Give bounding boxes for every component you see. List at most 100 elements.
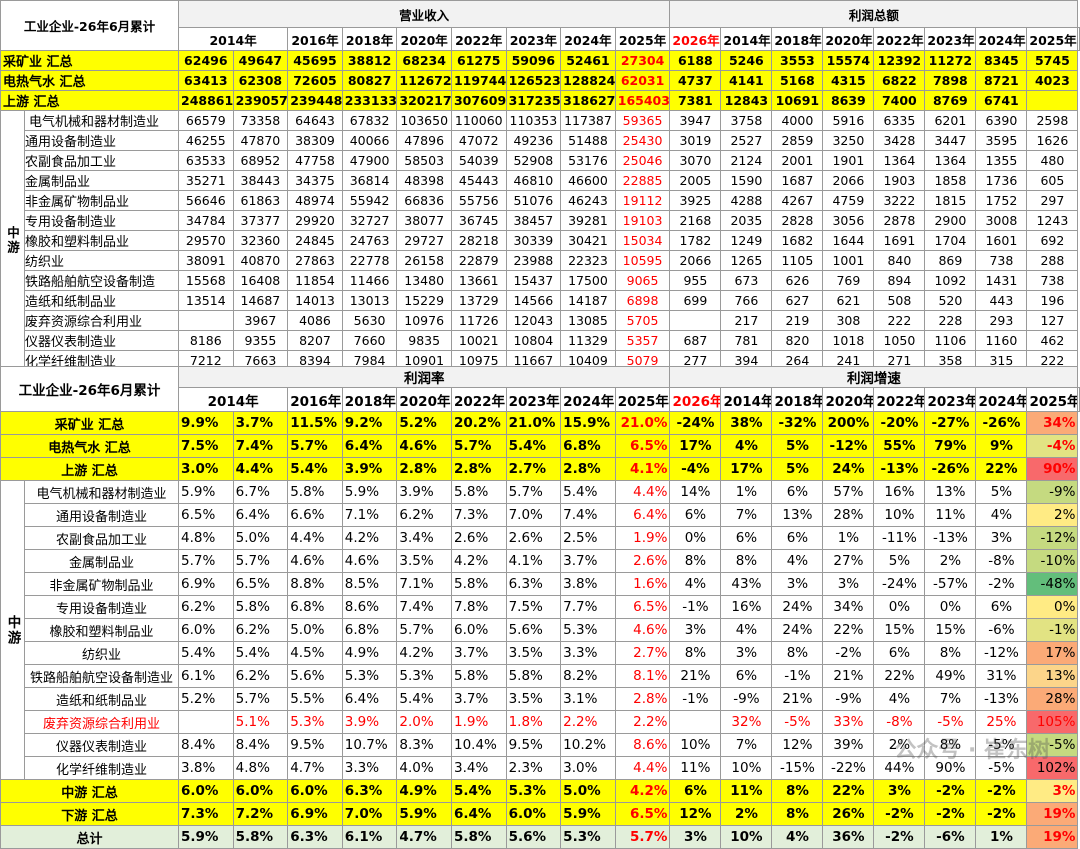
revenue-cell: 59096: [506, 51, 561, 71]
revenue-cell: 19103: [615, 211, 670, 231]
profit-cell: 5246: [721, 51, 772, 71]
revenue-cell: 48974: [288, 191, 343, 211]
revenue-cell: 7660: [342, 331, 397, 351]
margin-cell: 4.4%: [615, 481, 670, 504]
margin-cell: 5.3%: [561, 826, 616, 849]
profit-cell: 692: [1027, 231, 1078, 251]
margin-cell: 9.9%: [179, 412, 234, 435]
revenue-cell: 53176: [561, 151, 616, 171]
margin-cell: 5.3%: [397, 665, 452, 688]
year-header: 2014年: [721, 28, 772, 51]
profit-cell: 766: [721, 291, 772, 311]
revenue-cell: 6898: [615, 291, 670, 311]
margin-cell: 4.5%: [288, 642, 343, 665]
margin-cell: 7.0%: [342, 803, 397, 826]
growth-cell: 21%: [670, 665, 721, 688]
revenue-cell: 49647: [233, 51, 288, 71]
revenue-cell: 248861: [179, 91, 234, 111]
revenue-cell: 38457: [506, 211, 561, 231]
growth-cell: 6%: [670, 780, 721, 803]
revenue-cell: 34375: [288, 171, 343, 191]
profit-cell: 1355: [976, 151, 1027, 171]
row-label: 上游 汇总: [1, 91, 179, 111]
margin-cell: 7.4%: [397, 596, 452, 619]
profit-cell: 5168: [772, 71, 823, 91]
growth-cell: 22%: [823, 619, 874, 642]
profit-cell: 1782: [670, 231, 721, 251]
margin-cell: 5.9%: [397, 803, 452, 826]
row-label: 造纸和纸制品业: [25, 688, 179, 711]
margin-cell: 5.0%: [288, 619, 343, 642]
growth-cell: 5%: [772, 435, 823, 458]
margin-cell: 9.5%: [288, 734, 343, 757]
revenue-cell: 23988: [506, 251, 561, 271]
margin-cell: 3.7%: [233, 412, 288, 435]
revenue-cell: 51488: [561, 131, 616, 151]
margin-cell: 5.8%: [451, 573, 506, 596]
margin-cell: 5.4%: [506, 435, 561, 458]
margin-cell: 11.5%: [288, 412, 343, 435]
margin-cell: 4.8%: [233, 757, 288, 780]
revenue-cell: 8186: [179, 331, 234, 351]
growth-cell: 0%: [874, 596, 925, 619]
margin-cell: 3.0%: [561, 757, 616, 780]
profit-cell: 1050: [874, 331, 925, 351]
revenue-cell: 61275: [451, 51, 506, 71]
margin-cell: 3.9%: [342, 458, 397, 481]
margin-cell: 6.1%: [342, 826, 397, 849]
margin-cell: 5.7%: [288, 435, 343, 458]
revenue-cell: 39281: [561, 211, 616, 231]
growth-cell: 9%: [976, 435, 1027, 458]
profit-cell: 4023: [1027, 71, 1078, 91]
row-label: 采矿业 汇总: [1, 412, 179, 435]
revenue-cell: 80827: [342, 71, 397, 91]
margin-cell: 1.9%: [615, 527, 670, 550]
profit-cell: 297: [1027, 191, 1078, 211]
revenue-cell: 55756: [451, 191, 506, 211]
revenue-cell: 9355: [233, 331, 288, 351]
margin-cell: 3.3%: [561, 642, 616, 665]
profit-cell: 621: [823, 291, 874, 311]
revenue-cell: 46243: [561, 191, 616, 211]
growth-cell: 0%: [925, 596, 976, 619]
revenue-cell: 68952: [233, 151, 288, 171]
margin-cell: 6.0%: [506, 803, 561, 826]
growth-cell: 16%: [874, 481, 925, 504]
growth-cell: 17%: [721, 458, 772, 481]
margin-cell: 4.1%: [615, 458, 670, 481]
revenue-cell: 10804: [506, 331, 561, 351]
growth-cell: -1%: [772, 665, 823, 688]
growth-cell: 13%: [925, 481, 976, 504]
row-label: 仪器仪表制造业: [25, 734, 179, 757]
profit-cell: 3553: [772, 51, 823, 71]
growth-cell: 8%: [772, 780, 823, 803]
growth-cell: 10%: [721, 826, 772, 849]
revenue-cell: 110060: [451, 111, 506, 131]
margin-cell: 5.3%: [561, 619, 616, 642]
revenue-cell: 47072: [451, 131, 506, 151]
profit-cell: 1018: [823, 331, 874, 351]
profit-cell: 2878: [874, 211, 925, 231]
growth-cell: 6%: [874, 642, 925, 665]
margin-cell: 6.2%: [233, 619, 288, 642]
margin-cell: 8.6%: [342, 596, 397, 619]
growth-cell: -2%: [925, 780, 976, 803]
growth-cell: 21%: [772, 688, 823, 711]
growth-cell: -32%: [772, 412, 823, 435]
revenue-cell: 112672: [397, 71, 452, 91]
margin-cell: 8.4%: [233, 734, 288, 757]
profit-cell: 894: [874, 271, 925, 291]
year-header: 2014年: [179, 388, 288, 412]
revenue-cell: 61863: [233, 191, 288, 211]
growth-cell: 5%: [772, 458, 823, 481]
margin-cell: 5.3%: [342, 665, 397, 688]
profit-cell: 5745: [1027, 51, 1078, 71]
revenue-cell: 55942: [342, 191, 397, 211]
growth-cell: 24%: [823, 458, 874, 481]
year-header: 2025年: [615, 388, 670, 412]
group-header-margin: 利润率: [179, 367, 670, 388]
margin-cell: 7.7%: [561, 596, 616, 619]
margin-cell: 3.5%: [397, 550, 452, 573]
profit-cell: 1682: [772, 231, 823, 251]
margin-cell: 5.8%: [233, 826, 288, 849]
